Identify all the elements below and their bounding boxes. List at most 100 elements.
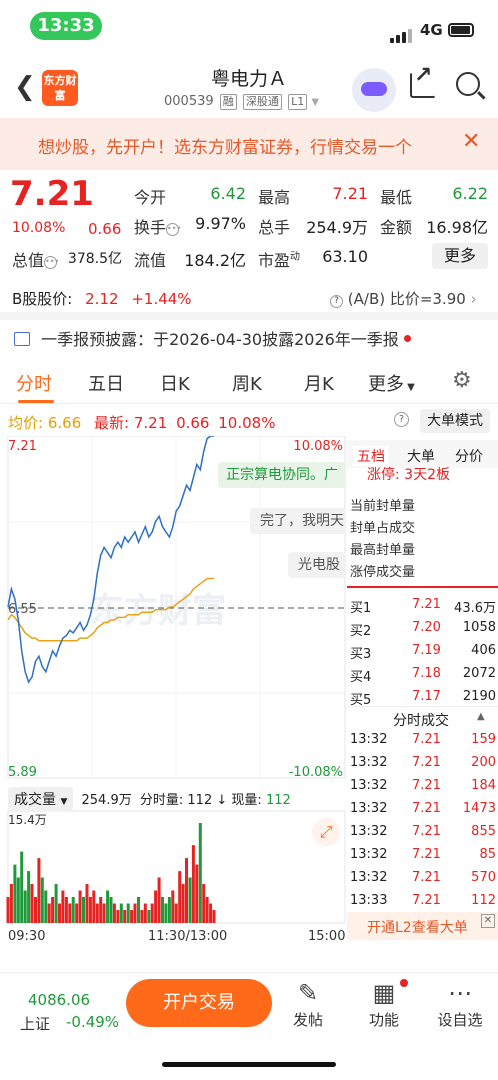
tab-daily-k[interactable]: 日K	[160, 370, 190, 396]
quote-value-open: 6.42	[210, 184, 246, 203]
functions-button[interactable]: ▦ 功能	[354, 979, 414, 1030]
stock-code-row: 000539 融 深股通 L1 ▼	[164, 94, 319, 110]
close-icon[interactable]: ✕	[462, 129, 480, 154]
l2-upgrade-banner[interactable]: 开通L2查看大单 ✕	[347, 912, 498, 940]
volume-bar	[47, 903, 51, 923]
quote-label-volume: 总手	[258, 218, 291, 237]
chevron-down-icon[interactable]: ▼	[311, 97, 319, 108]
comment-bubble[interactable]: 光电股	[288, 552, 346, 578]
expand-icon[interactable]: ⤢	[312, 818, 340, 846]
tab-intraday[interactable]: 分时	[16, 370, 52, 396]
quote-value-turnover: 9.97%	[195, 214, 246, 233]
index-change[interactable]: -0.49%	[66, 1013, 119, 1031]
volume-bar	[20, 851, 24, 923]
ab-ratio[interactable]: ? (A/B) 比价=3.90 ›	[330, 288, 477, 309]
tab-price-dist[interactable]: 分价	[455, 446, 483, 466]
signal-icon	[390, 24, 414, 43]
volume-bar	[16, 877, 20, 923]
latest-value: 7.21	[133, 414, 168, 432]
info-icon[interactable]: •••	[166, 223, 181, 236]
status-time: 13:33	[30, 12, 102, 40]
index-name[interactable]: 上证	[20, 1013, 50, 1034]
quote-label-low: 最低	[380, 188, 413, 207]
stat-max-seal: 最高封单量	[350, 543, 416, 558]
volume-bar	[58, 903, 61, 923]
b-share-pct: +1.44%	[131, 290, 192, 308]
tab-five-day[interactable]: 五日	[88, 370, 124, 396]
promo-banner[interactable]: 想炒股，先开户！选东方财富证券，行情交易一个 ✕	[0, 118, 498, 170]
stat-current-seal: 当前封单量	[350, 499, 416, 514]
volume-bar	[88, 897, 92, 923]
quote-label-high: 最高	[258, 188, 291, 207]
unread-dot	[403, 335, 411, 342]
volume-bar	[167, 897, 171, 923]
network-label: 4G	[420, 21, 443, 39]
quote-label-float: 流值	[134, 251, 167, 270]
volume-bar	[123, 910, 127, 923]
pe-dynamic-label: 动	[290, 251, 301, 263]
volume-bar	[147, 910, 151, 923]
open-account-button[interactable]: 开户交易	[126, 979, 272, 1027]
volume-bar	[23, 890, 27, 923]
edit-icon: ✎	[297, 979, 319, 1007]
assistant-robot-icon[interactable]	[352, 68, 396, 112]
volume-total: 254.9万	[81, 793, 132, 808]
indicator-select[interactable]: 成交量 ▼	[8, 787, 74, 811]
quote-value-high: 7.21	[332, 184, 368, 203]
tag-level: L1	[288, 94, 308, 110]
volume-bar	[188, 877, 192, 923]
tab-more[interactable]: 更多 ▼	[368, 370, 415, 396]
info-icon[interactable]: •••	[44, 256, 59, 269]
volume-bar	[157, 877, 161, 923]
volume-info-row: 成交量 ▼ 254.9万 分时量: 112 ↓ 现量: 112	[8, 787, 291, 811]
volume-bar	[181, 884, 185, 923]
more-button[interactable]: 更多	[432, 243, 488, 269]
stock-header: ❮ 东方财富 粤电力Ａ 000539 融 深股通 L1 ▼	[0, 50, 498, 118]
volume-bar	[143, 903, 147, 923]
minute-volume-value: 112	[187, 793, 213, 808]
pct-tick-bottom: -10.08%	[289, 765, 343, 780]
volume-bar	[140, 910, 144, 923]
big-order-mode-button[interactable]: 大单模式	[420, 409, 490, 433]
volume-bar	[13, 864, 17, 923]
volume-bar	[30, 884, 34, 923]
x-tick-noon: 11:30/13:00	[148, 929, 228, 944]
index-value[interactable]: 4086.06	[28, 991, 90, 1009]
tab-five-levels[interactable]: 五档	[353, 446, 389, 466]
pct-tick-top: 10.08%	[293, 439, 343, 454]
chevron-right-icon: ›	[470, 290, 477, 308]
search-icon[interactable]	[456, 72, 480, 96]
share-icon[interactable]	[410, 63, 436, 98]
change-amount: 0.66	[88, 220, 122, 238]
close-icon[interactable]: ✕	[481, 914, 495, 928]
badge-dot	[400, 979, 408, 987]
volume-bar	[130, 910, 134, 923]
trades-header[interactable]: 分时成交 ▲	[347, 706, 498, 730]
b-share-row: B股股价: 2.12 +1.44%	[12, 288, 192, 309]
tab-monthly-k[interactable]: 月K	[304, 370, 334, 396]
chevron-down-icon: ▼	[60, 797, 68, 807]
volume-bar	[126, 903, 130, 923]
chevron-up-icon: ▲	[477, 711, 485, 722]
tag-connect: 深股通	[242, 94, 282, 110]
customize-button[interactable]: ⋯ 设自选	[430, 979, 490, 1030]
volume-bar	[154, 890, 158, 923]
volume-bar	[27, 871, 31, 923]
settings-gear-icon[interactable]: ⚙	[452, 368, 472, 393]
current-volume-value: 112	[265, 793, 291, 808]
volume-bar	[40, 877, 44, 923]
question-icon[interactable]: ?	[330, 295, 343, 308]
post-button[interactable]: ✎ 发帖	[278, 979, 338, 1030]
comment-bubble[interactable]: 正宗算电协同。广	[218, 462, 346, 488]
latest-pct: 10.08%	[218, 414, 276, 432]
tab-big-orders[interactable]: 大单	[407, 446, 435, 466]
notice-row[interactable]: 一季报预披露：于2026-04-30披露2026年一季报	[14, 326, 411, 350]
volume-bar	[78, 890, 82, 923]
quote-value-mktcap: 378.5亿	[67, 251, 122, 267]
volume-bar	[212, 910, 216, 923]
help-icon[interactable]: ?	[394, 412, 409, 427]
volume-bar	[191, 845, 195, 923]
volume-bar	[174, 903, 178, 923]
tab-weekly-k[interactable]: 周K	[232, 370, 262, 396]
comment-bubble[interactable]: 完了，我明天	[250, 508, 346, 534]
